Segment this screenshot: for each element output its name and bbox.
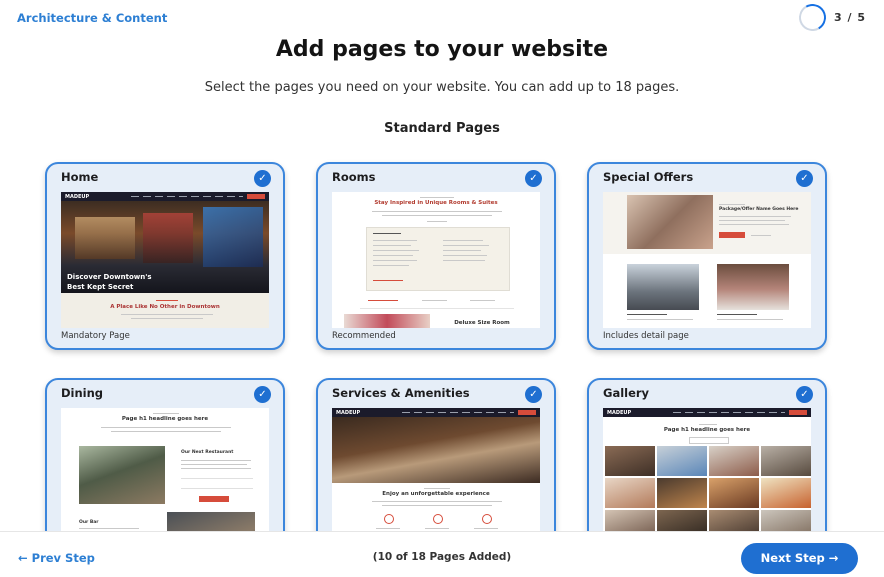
page-preview-special-offers: Package/Offer Name Goes Here bbox=[603, 192, 811, 328]
page-card-special-offers[interactable]: Special Offers ✓ Package/Offer Name Goes… bbox=[587, 162, 827, 350]
page-preview-dining: Page h1 headline goes here Our Next Rest… bbox=[61, 408, 269, 546]
preview-subheading: Deluxe Size Room bbox=[454, 320, 510, 326]
hero-line-1: Discover Downtown's bbox=[67, 273, 152, 281]
progress-ring-icon bbox=[795, 0, 830, 35]
page-title: Add pages to your website bbox=[275, 37, 609, 62]
card-title: Gallery bbox=[603, 386, 650, 400]
hero-image: Discover Downtown's Best Kept Secret bbox=[61, 201, 269, 293]
card-title: Dining bbox=[61, 386, 104, 400]
card-title: Home bbox=[61, 170, 99, 184]
page-preview-rooms: Stay Inspired in Unique Rooms & Suites D… bbox=[332, 192, 540, 328]
check-icon[interactable]: ✓ bbox=[254, 170, 271, 187]
architecture-content-link[interactable]: Architecture & Content bbox=[17, 11, 167, 25]
page-preview-services: MADEUP Enjoy an unforgettable experience bbox=[332, 408, 540, 546]
preview-heading: Page h1 headline goes here bbox=[663, 427, 751, 433]
page-preview-home: MADEUP Discover Downtown's Best Kept Sec… bbox=[61, 192, 269, 328]
preview-logo: MADEUP bbox=[336, 410, 361, 416]
check-icon[interactable]: ✓ bbox=[796, 170, 813, 187]
section-title: Standard Pages bbox=[384, 121, 500, 136]
page-preview-gallery: MADEUP Page h1 headline goes here bbox=[603, 408, 811, 546]
preview-restaurant: Our Next Restaurant bbox=[181, 450, 234, 455]
card-note: Recommended bbox=[332, 331, 396, 341]
preview-offer-title: Package/Offer Name Goes Here bbox=[719, 207, 799, 212]
page-card-dining[interactable]: Dining ✓ Page h1 headline goes here Our … bbox=[45, 378, 285, 548]
page-card-rooms[interactable]: Rooms ✓ Stay Inspired in Unique Rooms & … bbox=[316, 162, 556, 350]
preview-tagline: A Place Like No Other in Downtown bbox=[110, 304, 220, 310]
check-icon[interactable]: ✓ bbox=[525, 386, 542, 403]
preview-heading: Page h1 headline goes here bbox=[121, 416, 209, 422]
page-card-services-amenities[interactable]: Services & Amenities ✓ MADEUP Enjoy an u… bbox=[316, 378, 556, 548]
check-icon[interactable]: ✓ bbox=[525, 170, 542, 187]
page-card-gallery[interactable]: Gallery ✓ MADEUP Page h1 headline goes h… bbox=[587, 378, 827, 548]
card-title: Services & Amenities bbox=[332, 386, 470, 400]
page-card-home[interactable]: Home ✓ MADEUP Discover Downtown's Best K… bbox=[45, 162, 285, 350]
hero-line-2: Best Kept Secret bbox=[67, 283, 134, 291]
step-progress: 3 / 5 bbox=[795, 0, 866, 35]
check-icon[interactable]: ✓ bbox=[796, 386, 813, 403]
preview-heading: Enjoy an unforgettable experience bbox=[382, 491, 490, 497]
step-counter: 3 / 5 bbox=[834, 11, 866, 24]
preview-bar: Our Bar bbox=[79, 520, 99, 525]
page-subtitle: Select the pages you need on your websit… bbox=[204, 80, 680, 95]
preview-heading: Stay Inspired in Unique Rooms & Suites bbox=[374, 200, 498, 206]
preview-logo: MADEUP bbox=[607, 410, 632, 416]
card-title: Rooms bbox=[332, 170, 376, 184]
card-title: Special Offers bbox=[603, 170, 694, 184]
check-icon[interactable]: ✓ bbox=[254, 386, 271, 403]
card-note: Includes detail page bbox=[603, 331, 689, 341]
next-step-button[interactable]: Next Step → bbox=[741, 543, 858, 574]
card-note: Mandatory Page bbox=[61, 331, 130, 341]
preview-logo: MADEUP bbox=[65, 194, 90, 200]
